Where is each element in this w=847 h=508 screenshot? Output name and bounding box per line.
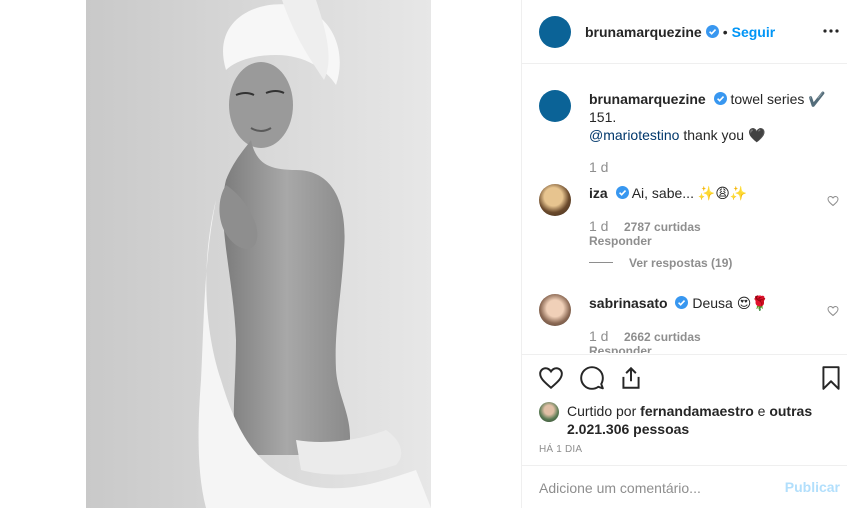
verified-icon [705, 25, 719, 38]
comment-body: Deusa 😍🌹 [692, 295, 769, 311]
comment-heart-icon[interactable] [827, 305, 839, 317]
share-icon[interactable] [618, 365, 644, 391]
comment-input[interactable] [539, 478, 769, 498]
liker-avatar[interactable] [539, 402, 559, 422]
post-actions: Curtido por fernandamaestro e outras 2.0… [522, 354, 847, 464]
commenter-avatar[interactable] [539, 294, 571, 326]
more-icon[interactable] [822, 22, 840, 40]
post-timestamp[interactable]: HÁ 1 DIA [539, 444, 582, 455]
post-photo[interactable] [86, 0, 431, 508]
post-side-panel: brunamarquezine • Seguir brunamarquezine [521, 0, 847, 508]
post-header: brunamarquezine • Seguir [522, 0, 847, 64]
bookmark-icon[interactable] [818, 365, 844, 391]
post-viewer: brunamarquezine • Seguir brunamarquezine [0, 0, 847, 508]
likes-prefix: Curtido por [567, 403, 637, 419]
comment-item: sabrinasato Deusa 😍🌹 1 d 2662 curtidas R… [539, 65, 839, 353]
comment-text: sabrinasato Deusa 😍🌹 [589, 295, 769, 312]
heart-icon[interactable] [538, 365, 564, 391]
publish-button[interactable]: Publicar [785, 479, 840, 495]
verified-icon [675, 296, 689, 309]
likes-suffix: e [757, 403, 766, 419]
likes-text: Curtido por fernandamaestro e outras 2.0… [567, 402, 817, 438]
comment-age[interactable]: 1 d [589, 328, 608, 344]
add-comment-bar: Publicar [522, 465, 847, 508]
reply-button[interactable]: Responder [589, 344, 652, 353]
author-username[interactable]: brunamarquezine [585, 24, 702, 40]
liker-username[interactable]: fernandamaestro [640, 403, 754, 419]
media-pane [0, 0, 521, 508]
comment-likes[interactable]: 2662 curtidas [624, 330, 701, 344]
comments-list[interactable]: brunamarquezine towel series ✔️ 151. @ma… [522, 65, 847, 353]
follow-button[interactable]: Seguir [732, 24, 776, 40]
separator-dot: • [722, 23, 728, 40]
author-avatar[interactable] [539, 15, 571, 48]
photo-illustration [86, 0, 431, 508]
commenter-username[interactable]: sabrinasato [589, 295, 668, 311]
comment-icon[interactable] [579, 365, 605, 391]
